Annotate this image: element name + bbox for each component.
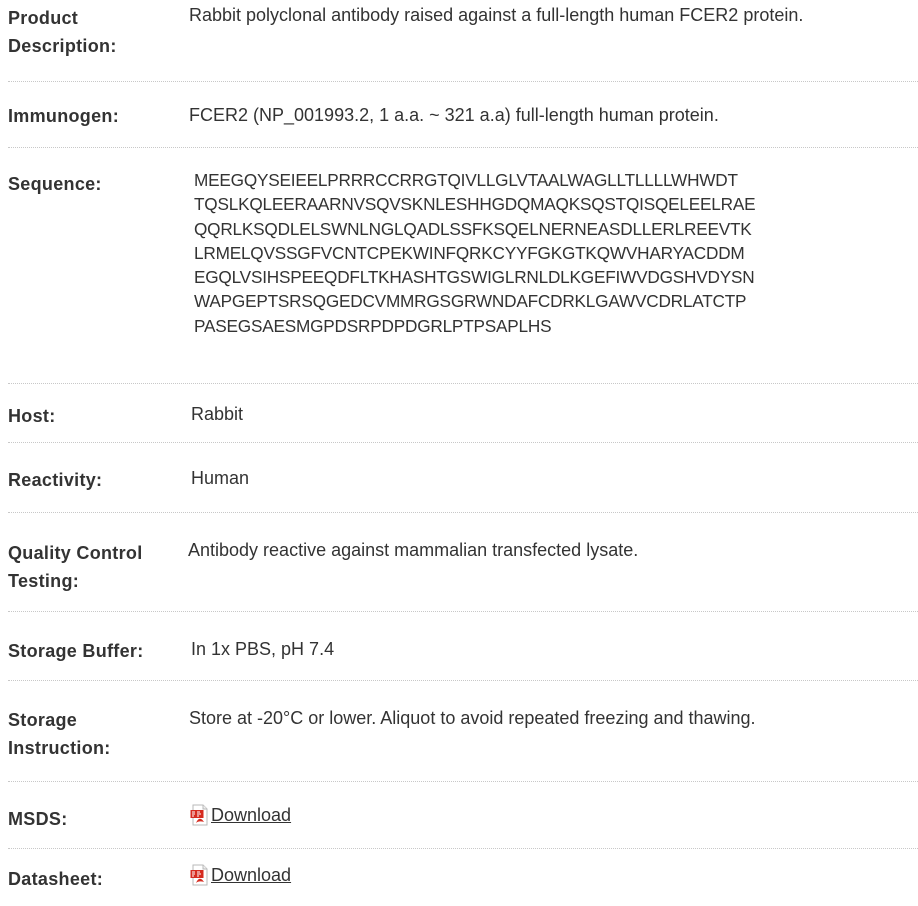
row-product-description: Product Description: Rabbit polyclonal a…	[8, 0, 918, 82]
msds-download-link[interactable]: Download	[190, 803, 291, 827]
row-storage-buffer: Storage Buffer: In 1x PBS, pH 7.4	[8, 612, 918, 681]
msds-download-label: Download	[211, 805, 292, 825]
label-sequence: Sequence:	[8, 174, 102, 194]
row-msds: MSDS: Download	[8, 782, 918, 849]
label-host: Host:	[8, 406, 56, 426]
sequence-line: LRMELQVSSGFVCNTCPEKWINFQRKCYYFGKGTKQWVHA…	[194, 242, 745, 263]
row-storage-instruction: Storage Instruction: Store at -20°C or l…	[8, 681, 918, 782]
sequence-line: TQSLKQLEERAARNVSQVSKNLESHHGDQMAQKSQSTQIS…	[194, 194, 756, 215]
label-msds: MSDS:	[8, 809, 68, 829]
label-immunogen: Immunogen:	[8, 106, 119, 126]
datasheet-download-link[interactable]: Download	[190, 863, 291, 887]
value-sequence: MEEGQYSEIEELPRRRCCRRGTQIVLLGLVTAALWAGLLT…	[194, 168, 914, 338]
row-sequence: Sequence: MEEGQYSEIEELPRRRCCRRGTQIVLLGLV…	[8, 148, 918, 384]
sequence-line: QQRLKSQDLELSWNLNGLQADLSSFKSQELNERNEASDLL…	[194, 218, 752, 239]
value-storage-buffer: In 1x PBS, pH 7.4	[191, 639, 335, 659]
label-datasheet: Datasheet:	[8, 869, 104, 889]
datasheet-download-label: Download	[211, 865, 292, 885]
sequence-line: PASEGSAESMGPDSRPDPDGRLPTPSAPLHS	[194, 315, 552, 336]
label-reactivity: Reactivity:	[8, 470, 103, 490]
datasheet-download-cell: Download	[190, 863, 291, 892]
pdf-icon	[190, 804, 208, 826]
sequence-line: EGQLVSIHSPEEQDFLTKHASHTGSWIGLRNLDLKGEFIW…	[194, 267, 755, 288]
label-quality-control: Quality Control Testing:	[8, 543, 143, 591]
label-storage-instruction: Storage Instruction:	[8, 710, 111, 758]
value-host: Rabbit	[191, 404, 244, 424]
value-immunogen: FCER2 (NP_001993.2, 1 a.a. ~ 321 a.a) fu…	[189, 105, 719, 125]
value-quality-control: Antibody reactive against mammalian tran…	[188, 540, 639, 560]
pdf-icon	[190, 864, 208, 886]
label-product-description: Product Description:	[8, 8, 117, 56]
sequence-line: MEEGQYSEIEELPRRRCCRRGTQIVLLGLVTAALWAGLLT…	[194, 170, 738, 190]
label-storage-buffer: Storage Buffer:	[8, 641, 144, 661]
value-reactivity: Human	[191, 468, 250, 488]
msds-download-cell: Download	[190, 803, 291, 832]
value-product-description: Rabbit polyclonal antibody raised agains…	[189, 5, 804, 25]
row-host: Host: Rabbit	[8, 384, 918, 443]
value-storage-instruction: Store at -20°C or lower. Aliquot to avoi…	[189, 708, 756, 728]
row-quality-control: Quality Control Testing: Antibody reacti…	[8, 513, 918, 612]
row-datasheet: Datasheet: Download	[8, 849, 918, 906]
row-reactivity: Reactivity: Human	[8, 443, 918, 513]
sequence-line: WAPGEPTSRSQGEDCVMMRGSGRWNDAFCDRKLGAWVCDR…	[194, 291, 747, 312]
row-immunogen: Immunogen: FCER2 (NP_001993.2, 1 a.a. ~ …	[8, 82, 918, 148]
